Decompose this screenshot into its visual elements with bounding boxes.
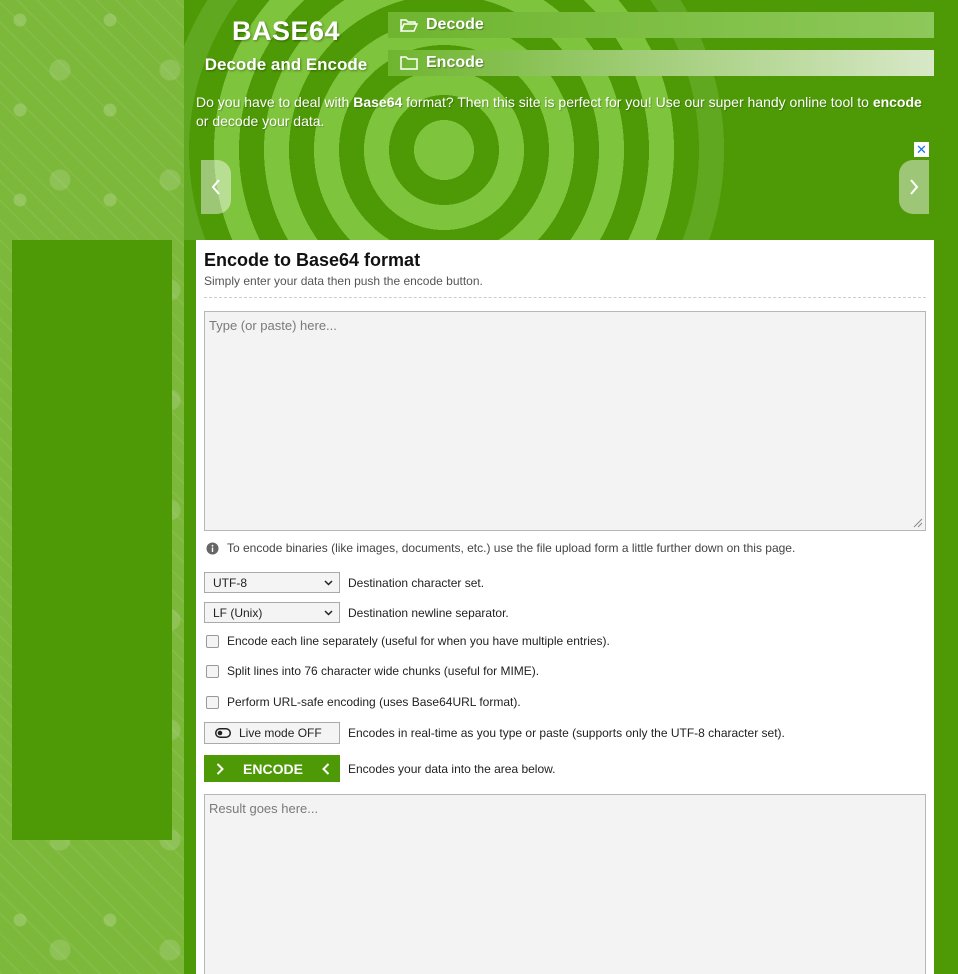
chevron-left-icon [211,179,220,195]
folder-icon [400,56,426,70]
newline-select[interactable]: LF (Unix) [204,602,340,623]
live-mode-row: Live mode OFF Encodes in real-time as yo… [204,722,785,744]
encode-description: Encodes your data into the area below. [348,761,556,776]
encode-row: ENCODE Encodes your data into the area b… [204,755,555,782]
encode-button[interactable]: ENCODE [204,755,340,782]
intro-encode-link[interactable]: encode [873,94,922,110]
option-row-split-lines: Split lines into 76 character wide chunk… [204,664,539,678]
nav-item-decode[interactable]: Decode [388,12,934,38]
input-textarea[interactable] [204,311,926,531]
info-note: To encode binaries (like images, documen… [206,541,795,555]
option-row-url-safe: Perform URL-safe encoding (uses Base64UR… [204,695,521,709]
chevron-right-icon [216,762,224,775]
page-title: Encode to Base64 format [204,250,421,270]
folder-open-icon [400,18,426,32]
site-logo-subtitle[interactable]: Decode and Encode [184,55,388,75]
newline-row: LF (Unix) Destination newline separator. [204,602,509,623]
chevron-down-icon [324,579,333,586]
url-safe-label[interactable]: Perform URL-safe encoding (uses Base64UR… [227,695,521,709]
info-text: To encode binaries (like images, documen… [227,541,796,555]
charset-select[interactable]: UTF-8 [204,572,340,593]
newline-label: Destination newline separator. [348,605,509,620]
split-lines-checkbox[interactable] [206,664,219,678]
charset-row: UTF-8 Destination character set. [204,572,484,593]
nav-item-encode[interactable]: Encode [388,50,934,76]
nav-item-encode-label: Encode [426,54,484,71]
intro-base64-link[interactable]: Base64 [353,94,402,110]
page-subtitle: Simply enter your data then push the enc… [204,274,483,288]
toggle-off-icon [215,728,231,738]
divider [204,297,926,298]
live-mode-description: Encodes in real-time as you type or past… [348,726,785,740]
resize-grip-icon[interactable] [911,516,923,528]
each-line-checkbox[interactable] [206,634,219,648]
side-ad-slot [12,240,172,840]
live-mode-toggle[interactable]: Live mode OFF [204,722,340,744]
chevron-right-icon [910,179,919,195]
chevron-left-icon [322,762,330,775]
url-safe-checkbox[interactable] [206,695,219,709]
each-line-label[interactable]: Encode each line separately (useful for … [227,634,610,648]
charset-label: Destination character set. [348,575,485,590]
ad-prev-button[interactable] [201,160,231,214]
site-logo-title[interactable]: BASE64 [184,16,388,47]
chevron-down-icon [324,609,333,616]
option-row-each-line: Encode each line separately (useful for … [204,634,610,648]
info-icon [206,542,219,554]
nav-item-decode-label: Decode [426,16,484,33]
ad-close-button[interactable]: ✕ [914,142,929,157]
main-panel: Encode to Base64 format Simply enter you… [196,240,934,974]
split-lines-label[interactable]: Split lines into 76 character wide chunk… [227,664,539,678]
intro-text: Do you have to deal with Base64 format? … [196,94,922,129]
ad-next-button[interactable] [899,160,929,214]
result-textarea[interactable] [204,794,926,974]
